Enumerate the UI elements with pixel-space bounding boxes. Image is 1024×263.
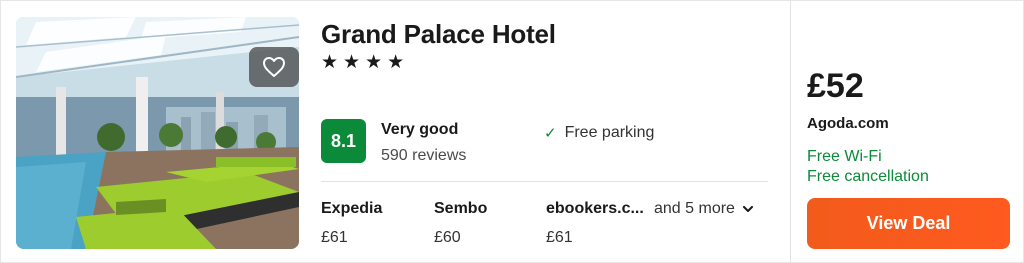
provider-deal[interactable]: Sembo £60 [434,200,487,247]
best-price: £52 [807,67,864,105]
perk-free-wifi: Free Wi-Fi [807,148,882,165]
rating-score-badge: 8.1 [321,119,366,163]
provider-name: ebookers.c... [546,200,644,217]
hotel-card: Grand Palace Hotel ★ ★ ★ ★ 8.1 Very good… [0,0,1024,263]
star-icon: ★ [321,52,339,73]
star-icon: ★ [365,52,383,73]
perk-free-cancellation: Free cancellation [807,168,929,185]
more-deals-button[interactable]: and 5 more [654,200,753,218]
provider-price: £60 [434,229,461,246]
star-rating: ★ ★ ★ ★ [321,53,404,73]
review-count[interactable]: 590 reviews [381,147,466,165]
heart-icon [263,57,285,77]
column-divider [790,1,791,263]
more-deals-label: and 5 more [654,200,735,217]
star-icon: ★ [387,52,405,73]
chevron-down-icon [742,205,753,212]
divider [321,181,768,182]
star-icon: ★ [343,52,361,73]
amenity-free-parking: ✓ Free parking [544,124,654,142]
best-price-provider: Agoda.com [807,115,889,132]
provider-price: £61 [321,229,348,246]
favorite-button[interactable] [249,47,299,87]
rating-label: Very good [381,121,459,138]
view-deal-button[interactable]: View Deal [807,198,1010,249]
provider-price: £61 [546,229,573,246]
hotel-name[interactable]: Grand Palace Hotel [321,19,556,50]
hotel-photo[interactable] [16,17,299,249]
provider-deal[interactable]: ebookers.c... £61 [546,200,644,247]
provider-name: Sembo [434,200,488,217]
provider-name: Expedia [321,200,383,217]
check-icon: ✓ [544,125,557,142]
provider-deal[interactable]: Expedia £61 [321,200,382,247]
amenity-label: Free parking [564,124,655,141]
